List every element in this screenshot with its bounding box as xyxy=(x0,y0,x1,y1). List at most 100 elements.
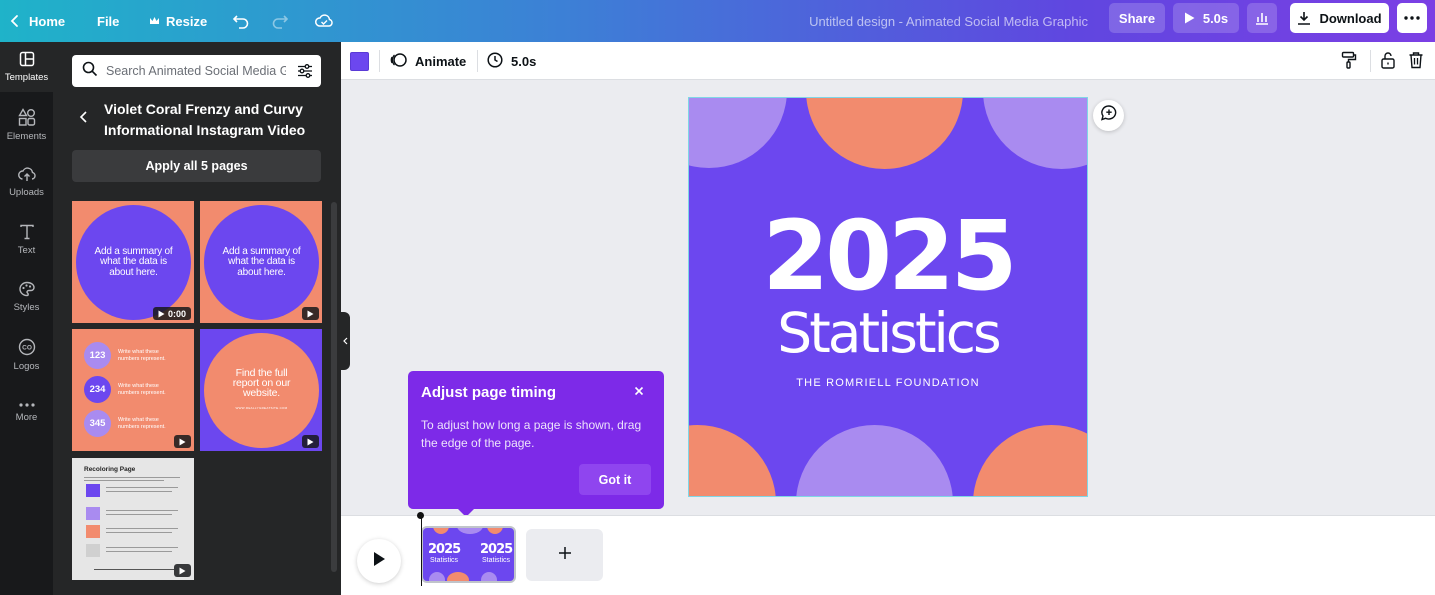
thumb-heading: Statistics xyxy=(482,557,511,564)
cloud-sync-icon xyxy=(314,13,334,29)
chevron-left-icon xyxy=(343,332,348,350)
template-page-thumb[interactable]: Recoloring Page xyxy=(72,458,194,580)
templates-panel: Violet Coral Frenzy and Curvy Informatio… xyxy=(53,42,341,595)
timeline-playhead[interactable] xyxy=(421,516,422,586)
text-icon xyxy=(19,224,35,240)
chevron-left-icon xyxy=(79,110,89,129)
background-color-swatch[interactable] xyxy=(350,52,369,71)
resize-button[interactable]: Resize xyxy=(149,0,207,42)
delete-button[interactable] xyxy=(1408,51,1424,74)
preview-play-button[interactable]: 5.0s xyxy=(1173,3,1239,33)
home-label: Home xyxy=(29,13,66,29)
play-icon xyxy=(179,567,186,574)
design-year-heading[interactable]: 2025 xyxy=(689,203,1087,309)
share-button[interactable]: Share xyxy=(1109,3,1165,33)
more-options-button[interactable] xyxy=(1397,3,1427,33)
decorative-circle xyxy=(689,425,776,496)
document-title[interactable]: Untitled design - Animated Social Media … xyxy=(809,0,1088,42)
rail-label: Templates xyxy=(4,72,49,83)
clock-icon xyxy=(487,51,503,71)
thumb-number: 234 xyxy=(84,376,111,403)
rail-item-templates[interactable]: Templates xyxy=(0,42,53,92)
back-button[interactable] xyxy=(79,108,97,130)
rail-label: Elements xyxy=(6,131,47,142)
play-icon xyxy=(179,438,186,445)
rail-label: Text xyxy=(17,245,36,256)
design-statistics-heading[interactable]: Statistics xyxy=(689,300,1087,366)
template-search-input[interactable] xyxy=(106,64,286,78)
panel-scrollbar[interactable] xyxy=(331,202,337,572)
save-status-button[interactable] xyxy=(314,0,334,42)
logos-icon: CO xyxy=(18,338,36,356)
rail-item-elements[interactable]: Elements xyxy=(0,100,53,150)
styles-icon xyxy=(18,281,36,297)
lock-button[interactable] xyxy=(1380,51,1396,74)
template-page-thumb[interactable]: Add a summary of what the data is about … xyxy=(200,201,322,323)
thumb-number: 345 xyxy=(84,410,111,437)
template-search-box[interactable] xyxy=(72,55,321,87)
tooltip-title: Adjust page timing xyxy=(421,384,556,401)
thumb-number-row: 234 Write what these numbers represent. xyxy=(84,376,174,403)
play-icon xyxy=(1184,12,1195,24)
plus-icon xyxy=(558,546,572,565)
rail-label: More xyxy=(15,412,38,423)
rail-item-text[interactable]: Text xyxy=(0,215,53,265)
home-button[interactable]: Home xyxy=(10,0,65,42)
page-timing-button[interactable]: 5.0s xyxy=(487,42,536,80)
decorative-circle xyxy=(796,425,953,496)
thumb-recolor-title: Recoloring Page xyxy=(84,466,136,473)
design-organization-text[interactable]: THE ROMRIELL FOUNDATION xyxy=(689,377,1087,389)
top-bar: Home File Resize Untitled design - Anima… xyxy=(0,0,1435,42)
thumb-number-row: 345 Write what these numbers represent. xyxy=(84,410,174,437)
collapse-panel-handle[interactable] xyxy=(341,312,350,370)
playhead-marker[interactable] xyxy=(417,512,424,519)
thumb-website: WWW.REALLYGREATSITE.COM xyxy=(235,406,288,410)
redo-button[interactable] xyxy=(271,0,289,42)
apply-all-pages-button[interactable]: Apply all 5 pages xyxy=(72,150,321,182)
file-menu-button[interactable]: File xyxy=(97,0,119,42)
timeline-page-thumb[interactable]: 2025 Statistics 2025 Statistics xyxy=(421,526,516,583)
timeline-bar: 2025 Statistics 2025 Statistics xyxy=(341,515,1435,595)
crown-icon xyxy=(149,16,160,26)
rail-item-logos[interactable]: CO Logos xyxy=(0,330,53,380)
download-button[interactable]: Download xyxy=(1290,3,1389,33)
tooltip-body: To adjust how long a page is shown, drag… xyxy=(421,418,642,450)
rail-item-more[interactable]: More xyxy=(0,388,53,438)
timing-label: 5.0s xyxy=(511,53,537,69)
play-badge: 0:00 xyxy=(152,307,191,320)
add-page-button[interactable] xyxy=(526,529,603,581)
insights-button[interactable] xyxy=(1247,3,1277,33)
thumb-year: 2025 xyxy=(428,542,461,557)
add-comment-button[interactable] xyxy=(1093,100,1124,131)
template-page-thumb[interactable]: Find the full report on our website. WWW… xyxy=(200,329,322,451)
thumb-report-text: Find the full report on our website. xyxy=(232,367,291,399)
decorative-circle xyxy=(689,98,787,168)
template-page-thumb[interactable]: Add a summary of what the data is about … xyxy=(72,201,194,323)
got-it-button[interactable]: Got it xyxy=(579,464,651,495)
undo-icon xyxy=(232,13,250,29)
undo-button[interactable] xyxy=(232,0,250,42)
thumb-caption: Write what these numbers represent. xyxy=(118,349,166,362)
template-page-thumb[interactable]: 123 Write what these numbers represent. … xyxy=(72,329,194,451)
tooltip-close-button[interactable] xyxy=(632,385,646,399)
file-label: File xyxy=(97,13,120,29)
decorative-circle xyxy=(983,98,1087,169)
filter-sliders-icon[interactable] xyxy=(297,63,313,84)
play-badge xyxy=(302,435,319,448)
thumb-caption: Write what these numbers represent. xyxy=(118,417,166,430)
more-icon xyxy=(1404,16,1420,20)
comment-add-icon xyxy=(1100,104,1118,127)
animate-button[interactable]: Animate xyxy=(390,42,466,80)
rail-item-styles[interactable]: Styles xyxy=(0,272,53,322)
document-title-text: Untitled design - Animated Social Media … xyxy=(809,13,1088,29)
copy-style-button[interactable] xyxy=(1341,51,1357,74)
timeline-play-button[interactable] xyxy=(357,539,401,583)
close-icon xyxy=(634,383,644,401)
thumb-number: 123 xyxy=(84,342,111,369)
page-timing-tooltip: Adjust page timing To adjust how long a … xyxy=(408,371,664,509)
chevron-left-icon xyxy=(10,14,20,28)
design-canvas[interactable]: 2025 Statistics THE ROMRIELL FOUNDATION xyxy=(688,97,1088,497)
decorative-circle xyxy=(973,425,1087,496)
download-icon xyxy=(1297,11,1311,25)
rail-item-uploads[interactable]: Uploads xyxy=(0,157,53,207)
